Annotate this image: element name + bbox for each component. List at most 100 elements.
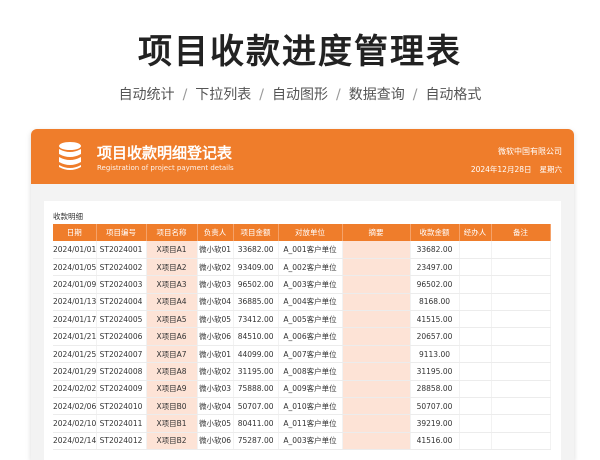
remark-cell[interactable] [491,380,551,399]
remark-cell[interactable] [491,362,551,381]
table-row[interactable]: 2024/02/10 ST2024011 X项目B1 微小软05 80411.00 A_0… [53,414,551,433]
remark-cell[interactable] [491,310,551,329]
received-amount-cell[interactable]: 28858.00 [410,380,460,399]
summary-cell[interactable] [342,345,411,364]
client-cell[interactable]: A_003客户单位 [278,432,343,451]
project-id-cell[interactable]: ST2024011 [96,414,147,433]
summary-cell[interactable] [342,432,411,451]
client-cell[interactable]: A_004客户单位 [278,293,343,312]
client-cell[interactable]: A_002客户单位 [278,258,343,277]
handler-cell[interactable] [459,414,492,433]
received-amount-cell[interactable]: 41516.00 [410,432,460,451]
owner-cell[interactable]: 微小软02 [197,258,234,277]
column-header[interactable]: 项目名称 [146,224,198,241]
table-row[interactable]: 2024/02/14 ST2024012 X项目B2 微小软06 75287.00 A_0… [53,432,551,451]
project-name-cell[interactable]: X项目A6 [146,327,198,346]
remark-cell[interactable] [491,327,551,346]
summary-cell[interactable] [342,310,411,329]
remark-cell[interactable] [491,241,551,259]
owner-cell[interactable]: 微小软06 [197,327,234,346]
date-cell[interactable]: 2024/01/21 [53,327,97,346]
project-amount-cell[interactable]: 75287.00 [233,432,279,451]
project-name-cell[interactable]: X项目B1 [146,414,198,433]
project-name-cell[interactable]: X项目A1 [146,241,198,259]
client-cell[interactable]: A_003客户单位 [278,275,343,294]
handler-cell[interactable] [459,275,492,294]
summary-cell[interactable] [342,241,411,259]
project-id-cell[interactable]: ST2024009 [96,380,147,399]
remark-cell[interactable] [491,275,551,294]
column-header[interactable]: 项目金额 [233,224,279,241]
project-name-cell[interactable]: X项目A5 [146,310,198,329]
table-row[interactable]: 2024/01/01 ST2024001 X项目A1 微小软01 33682.00 A_0… [53,241,551,259]
table-row[interactable]: 2024/01/09 ST2024003 X项目A3 微小软03 96502.00 A_0… [53,275,551,294]
project-name-cell[interactable]: X项目A3 [146,275,198,294]
date-cell[interactable]: 2024/01/17 [53,310,97,329]
handler-cell[interactable] [459,258,492,277]
owner-cell[interactable]: 微小软05 [197,310,234,329]
date-cell[interactable]: 2024/02/06 [53,397,97,416]
project-amount-cell[interactable]: 36885.00 [233,293,279,312]
received-amount-cell[interactable]: 8168.00 [410,293,460,312]
project-name-cell[interactable]: X项目A9 [146,380,198,399]
owner-cell[interactable]: 微小软06 [197,432,234,451]
table-row[interactable]: 2024/01/21 ST2024006 X项目A6 微小软06 84510.00 A_0… [53,327,551,346]
project-id-cell[interactable]: ST2024008 [96,362,147,381]
client-cell[interactable]: A_009客户单位 [278,380,343,399]
owner-cell[interactable]: 微小软05 [197,414,234,433]
date-cell[interactable]: 2024/02/14 [53,432,97,451]
project-amount-cell[interactable]: 75888.00 [233,380,279,399]
date-cell[interactable]: 2024/01/09 [53,275,97,294]
project-amount-cell[interactable]: 44099.00 [233,345,279,364]
remark-cell[interactable] [491,345,551,364]
summary-cell[interactable] [342,397,411,416]
owner-cell[interactable]: 微小软04 [197,293,234,312]
received-amount-cell[interactable]: 23497.00 [410,258,460,277]
project-id-cell[interactable]: ST2024010 [96,397,147,416]
summary-cell[interactable] [342,293,411,312]
table-row[interactable]: 2024/01/25 ST2024007 X项目A7 微小软01 44099.00 A_0… [53,345,551,364]
project-amount-cell[interactable]: 80411.00 [233,414,279,433]
column-header[interactable]: 备注 [491,224,551,241]
project-name-cell[interactable]: X项目B0 [146,397,198,416]
received-amount-cell[interactable]: 33682.00 [410,241,460,259]
client-cell[interactable]: A_008客户单位 [278,362,343,381]
table-row[interactable]: 2024/01/29 ST2024008 X项目A8 微小软02 31195.00 A_0… [53,362,551,381]
project-id-cell[interactable]: ST2024002 [96,258,147,277]
handler-cell[interactable] [459,397,492,416]
received-amount-cell[interactable]: 96502.00 [410,275,460,294]
remark-cell[interactable] [491,397,551,416]
project-name-cell[interactable]: X项目A4 [146,293,198,312]
table-row[interactable]: 2024/02/02 ST2024009 X项目A9 微小软03 75888.00 A_0… [53,380,551,399]
received-amount-cell[interactable]: 9113.00 [410,345,460,364]
project-id-cell[interactable]: ST2024004 [96,293,147,312]
client-cell[interactable]: A_001客户单位 [278,241,343,259]
project-name-cell[interactable]: X项目B2 [146,432,198,451]
date-cell[interactable]: 2024/01/29 [53,362,97,381]
project-amount-cell[interactable]: 96502.00 [233,275,279,294]
date-cell[interactable]: 2024/01/05 [53,258,97,277]
handler-cell[interactable] [459,345,492,364]
client-cell[interactable]: A_006客户单位 [278,327,343,346]
received-amount-cell[interactable]: 39219.00 [410,414,460,433]
project-amount-cell[interactable]: 84510.00 [233,327,279,346]
project-name-cell[interactable]: X项目A2 [146,258,198,277]
received-amount-cell[interactable]: 41515.00 [410,310,460,329]
project-id-cell[interactable]: ST2024001 [96,241,147,259]
remark-cell[interactable] [491,414,551,433]
project-name-cell[interactable]: X项目A7 [146,345,198,364]
date-cell[interactable]: 2024/02/10 [53,414,97,433]
owner-cell[interactable]: 微小软02 [197,362,234,381]
project-amount-cell[interactable]: 73412.00 [233,310,279,329]
summary-cell[interactable] [342,362,411,381]
handler-cell[interactable] [459,362,492,381]
remark-cell[interactable] [491,258,551,277]
project-name-cell[interactable]: X项目A8 [146,362,198,381]
handler-cell[interactable] [459,327,492,346]
column-header[interactable]: 摘要 [342,224,411,241]
table-row[interactable]: 2024/01/13 ST2024004 X项目A4 微小软04 36885.00 A_0… [53,293,551,312]
project-id-cell[interactable]: ST2024012 [96,432,147,451]
owner-cell[interactable]: 微小软01 [197,345,234,364]
column-header[interactable]: 经办人 [459,224,492,241]
date-cell[interactable]: 2024/01/25 [53,345,97,364]
